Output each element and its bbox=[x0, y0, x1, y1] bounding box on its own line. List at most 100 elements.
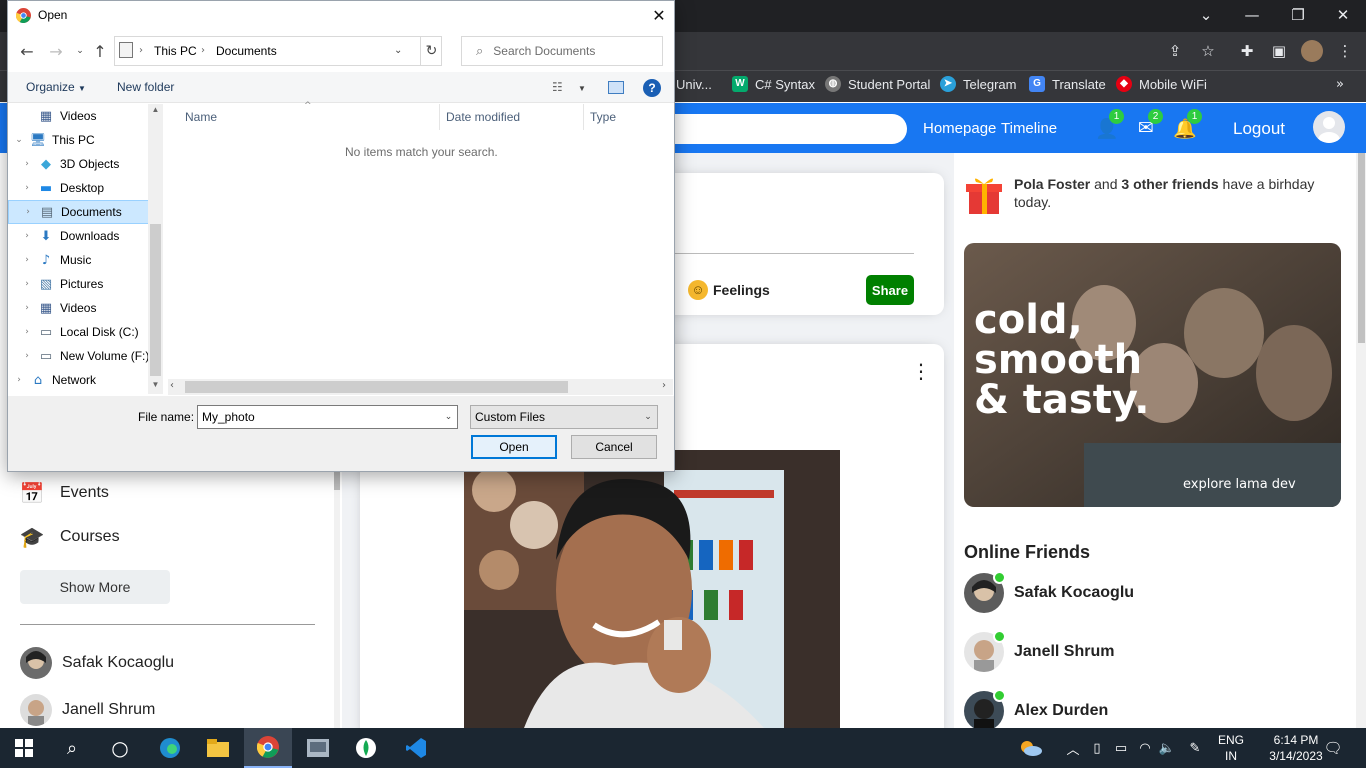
dialog-title-bar[interactable] bbox=[8, 1, 674, 31]
file-name-input[interactable] bbox=[197, 405, 458, 429]
sidebar-friend[interactable]: Janell Shrum bbox=[20, 694, 155, 726]
chrome-taskbar-icon[interactable] bbox=[244, 728, 292, 768]
sidebar-friend[interactable]: Safak Kocaoglu bbox=[20, 647, 174, 679]
search-input[interactable]: ⌕ Search Documents bbox=[461, 36, 663, 66]
tree-item[interactable]: › ⌂ Network bbox=[8, 368, 154, 392]
show-more-button[interactable]: Show More bbox=[20, 570, 170, 604]
bookmark-csharp[interactable]: W C# Syntax bbox=[732, 70, 815, 98]
expand-chevron-icon[interactable]: › bbox=[20, 351, 34, 361]
online-friend[interactable]: Safak Kocaoglu bbox=[964, 571, 1134, 613]
bookmark-student-portal[interactable]: ◍ Student Portal bbox=[825, 70, 930, 98]
breadcrumb-this-pc[interactable]: This PC bbox=[154, 44, 197, 58]
profile-avatar[interactable] bbox=[1301, 40, 1323, 62]
bookmark-star-icon[interactable]: ☆ bbox=[1197, 40, 1219, 62]
nav-timeline[interactable]: Timeline bbox=[1001, 120, 1057, 137]
bookmark-mobile-wifi[interactable]: ◆ Mobile WiFi bbox=[1116, 70, 1207, 98]
file-type-select[interactable]: Custom Files bbox=[470, 405, 658, 429]
cancel-button[interactable]: Cancel bbox=[571, 435, 657, 459]
file-explorer-icon[interactable] bbox=[194, 728, 242, 768]
back-arrow-icon[interactable]: ← bbox=[17, 40, 37, 62]
share-page-icon[interactable]: ⇪ bbox=[1164, 40, 1186, 62]
app-icon[interactable] bbox=[294, 728, 342, 768]
tree-item[interactable]: › ▤ Documents bbox=[8, 200, 154, 224]
column-separator[interactable] bbox=[583, 104, 584, 130]
close-icon[interactable]: ✕ bbox=[646, 5, 672, 25]
column-type[interactable]: Type bbox=[590, 110, 616, 124]
address-dropdown-icon[interactable]: ⌄ bbox=[394, 45, 402, 56]
expand-chevron-icon[interactable]: › bbox=[20, 279, 34, 289]
bookmark-translate[interactable]: G Translate bbox=[1029, 70, 1106, 98]
expand-chevron-icon[interactable]: › bbox=[20, 159, 34, 169]
open-button[interactable]: Open bbox=[471, 435, 557, 459]
share-button[interactable]: Share bbox=[866, 275, 914, 305]
tab-search-icon[interactable]: ⌄ bbox=[1183, 0, 1229, 30]
taskbar-search-icon[interactable]: ⌕ bbox=[48, 728, 96, 768]
forward-arrow-icon[interactable]: → bbox=[46, 40, 66, 62]
vscode-icon[interactable] bbox=[392, 728, 440, 768]
scroll-up-icon[interactable]: ▲ bbox=[150, 105, 161, 119]
chrome-menu-icon[interactable]: ⋮ bbox=[1334, 40, 1356, 62]
expand-chevron-icon[interactable]: › bbox=[20, 231, 34, 241]
scroll-right-icon[interactable]: › bbox=[662, 380, 666, 391]
online-friend[interactable]: Alex Durden bbox=[964, 689, 1108, 731]
logout-link[interactable]: Logout bbox=[1233, 119, 1285, 139]
ad-banner[interactable]: cold, smooth & tasty. explore lama dev bbox=[964, 243, 1341, 507]
expand-chevron-icon[interactable]: › bbox=[21, 207, 35, 217]
tree-item[interactable]: › ▭ Local Disk (C:) bbox=[8, 320, 154, 344]
sidebar-item-events[interactable]: 📅 Events bbox=[20, 478, 109, 508]
tree-item[interactable]: › ♪ Music bbox=[8, 248, 154, 272]
language-indicator[interactable]: ENG IN bbox=[1214, 732, 1248, 764]
side-panel-icon[interactable]: ▣ bbox=[1268, 40, 1290, 62]
wifi-icon[interactable]: ◠ bbox=[1136, 738, 1154, 758]
volume-icon[interactable]: 🔈 bbox=[1158, 738, 1176, 758]
scroll-left-icon[interactable]: ‹ bbox=[170, 380, 174, 391]
tree-item[interactable]: › ▧ Pictures bbox=[8, 272, 154, 296]
battery-icon[interactable]: ▭ bbox=[1112, 738, 1130, 758]
window-close-icon[interactable]: ✕ bbox=[1320, 0, 1366, 30]
organize-button[interactable]: Organize ▼ bbox=[26, 80, 86, 94]
feelings-option[interactable]: ☺ Feelings bbox=[688, 280, 770, 300]
view-options-caret-icon[interactable]: ▼ bbox=[578, 84, 586, 93]
up-arrow-icon[interactable]: ↑ bbox=[90, 40, 110, 62]
tree-item[interactable]: › ▬ Desktop bbox=[8, 176, 154, 200]
sidebar-scrollbar-thumb[interactable] bbox=[334, 472, 340, 490]
expand-chevron-icon[interactable]: › bbox=[20, 255, 34, 265]
pen-icon[interactable]: ✎ bbox=[1186, 738, 1204, 758]
expand-chevron-icon[interactable]: › bbox=[20, 327, 34, 337]
breadcrumb-documents[interactable]: Documents bbox=[216, 44, 277, 58]
expand-chevron-icon[interactable]: ⌄ bbox=[12, 135, 26, 145]
tree-item[interactable]: ▦ Videos bbox=[8, 104, 154, 128]
refresh-icon[interactable]: ↻ bbox=[420, 37, 442, 65]
show-hidden-icons-icon[interactable]: ︿ bbox=[1064, 738, 1082, 758]
new-folder-button[interactable]: New folder bbox=[117, 80, 174, 94]
restore-icon[interactable]: ❐ bbox=[1275, 0, 1321, 30]
page-scrollbar-thumb[interactable] bbox=[1358, 153, 1365, 343]
extensions-icon[interactable]: ✚ bbox=[1236, 40, 1258, 62]
sidebar-item-courses[interactable]: 🎓 Courses bbox=[20, 522, 120, 552]
user-avatar[interactable] bbox=[1313, 111, 1345, 143]
online-friend[interactable]: Janell Shrum bbox=[964, 630, 1114, 672]
column-name[interactable]: Name bbox=[185, 110, 217, 124]
tree-item[interactable]: › ▦ Videos bbox=[8, 296, 154, 320]
more-bookmarks-icon[interactable]: » bbox=[1336, 70, 1344, 98]
preview-pane-icon[interactable] bbox=[608, 81, 624, 94]
weather-icon[interactable] bbox=[1016, 738, 1044, 758]
tree-scrollbar-thumb[interactable] bbox=[150, 224, 161, 376]
task-view-icon[interactable]: ○ bbox=[96, 728, 144, 768]
device-icon[interactable]: ▯ bbox=[1088, 738, 1106, 758]
tree-item[interactable]: ⌄ 🖥 This PC bbox=[8, 128, 154, 152]
column-date-modified[interactable]: Date modified bbox=[446, 110, 520, 124]
expand-chevron-icon[interactable]: › bbox=[20, 303, 34, 313]
notifications-center-icon[interactable]: 🗨 bbox=[1323, 738, 1342, 758]
bookmark-telegram[interactable]: ➤ Telegram bbox=[940, 70, 1016, 98]
file-name-dropdown-icon[interactable]: ⌄ bbox=[440, 406, 457, 428]
more-vert-icon[interactable]: ⋮ bbox=[911, 359, 931, 383]
help-icon[interactable]: ? bbox=[643, 79, 661, 97]
column-separator[interactable] bbox=[439, 104, 440, 130]
tree-item[interactable]: › ⬇ Downloads bbox=[8, 224, 154, 248]
start-windows-icon[interactable] bbox=[0, 728, 48, 768]
change-view-icon[interactable]: ☷ bbox=[552, 80, 563, 94]
tree-item[interactable]: › ◆ 3D Objects bbox=[8, 152, 154, 176]
mongodb-icon[interactable] bbox=[342, 728, 390, 768]
scroll-down-icon[interactable]: ▼ bbox=[150, 380, 161, 394]
